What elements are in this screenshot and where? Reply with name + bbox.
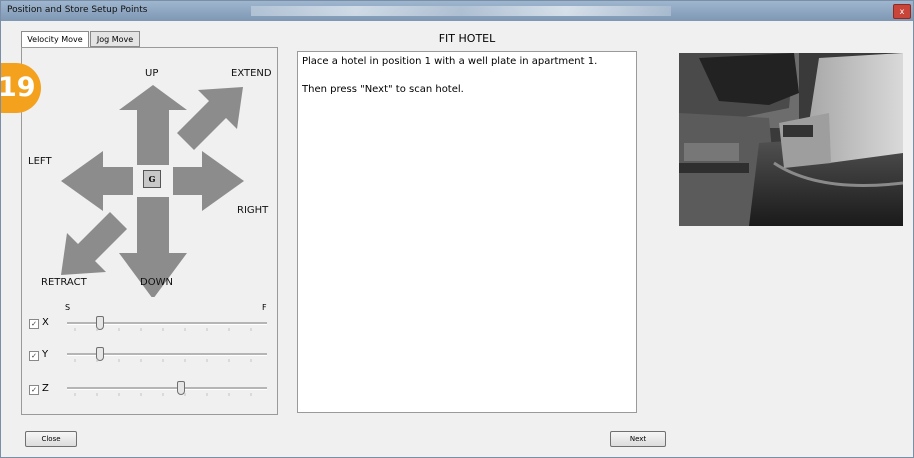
arrow-up-icon[interactable] [119,85,187,165]
tab-velocity-move[interactable]: Velocity Move [21,31,89,48]
label-retract: RETRACT [41,277,87,288]
setup-points-window: Position and Store Setup Points x Veloci… [0,0,914,458]
arrow-extend-icon[interactable] [177,87,243,150]
x-axis-checkbox[interactable]: ✓ [29,319,39,329]
step-heading: FIT HOTEL [438,32,496,45]
camera-image-content [679,53,903,226]
arrow-left-icon[interactable] [61,151,133,211]
label-extend: EXTEND [231,68,272,79]
tab-jog-move[interactable]: Jog Move [90,31,140,47]
go-button[interactable]: G [143,170,161,188]
slider-tick-marks [74,328,252,396]
label-down: DOWN [140,277,173,288]
close-button[interactable]: Close [25,431,77,447]
arrow-retract-icon[interactable] [61,212,127,275]
title-bar[interactable]: Position and Store Setup Points x [1,1,913,21]
instruction-line-2: Then press "Next" to scan hotel. [302,84,464,95]
label-right: RIGHT [237,205,269,216]
window-title: Position and Store Setup Points [7,5,148,15]
arrow-right-icon[interactable] [173,151,244,211]
x-axis-label: X [42,317,49,328]
title-bar-blurred-region [251,6,671,16]
y-axis-label: Y [42,349,49,360]
z-axis-label: Z [42,383,49,394]
label-left: LEFT [28,156,52,167]
close-window-icon[interactable]: x [893,4,911,19]
next-button[interactable]: Next [610,431,666,447]
instructions-textbox: Place a hotel in position 1 with a well … [297,51,637,413]
z-axis-checkbox[interactable]: ✓ [29,385,39,395]
instruction-line-1: Place a hotel in position 1 with a well … [302,56,598,67]
label-up: UP [145,68,159,79]
camera-feed-image [679,53,903,226]
y-axis-checkbox[interactable]: ✓ [29,351,39,361]
